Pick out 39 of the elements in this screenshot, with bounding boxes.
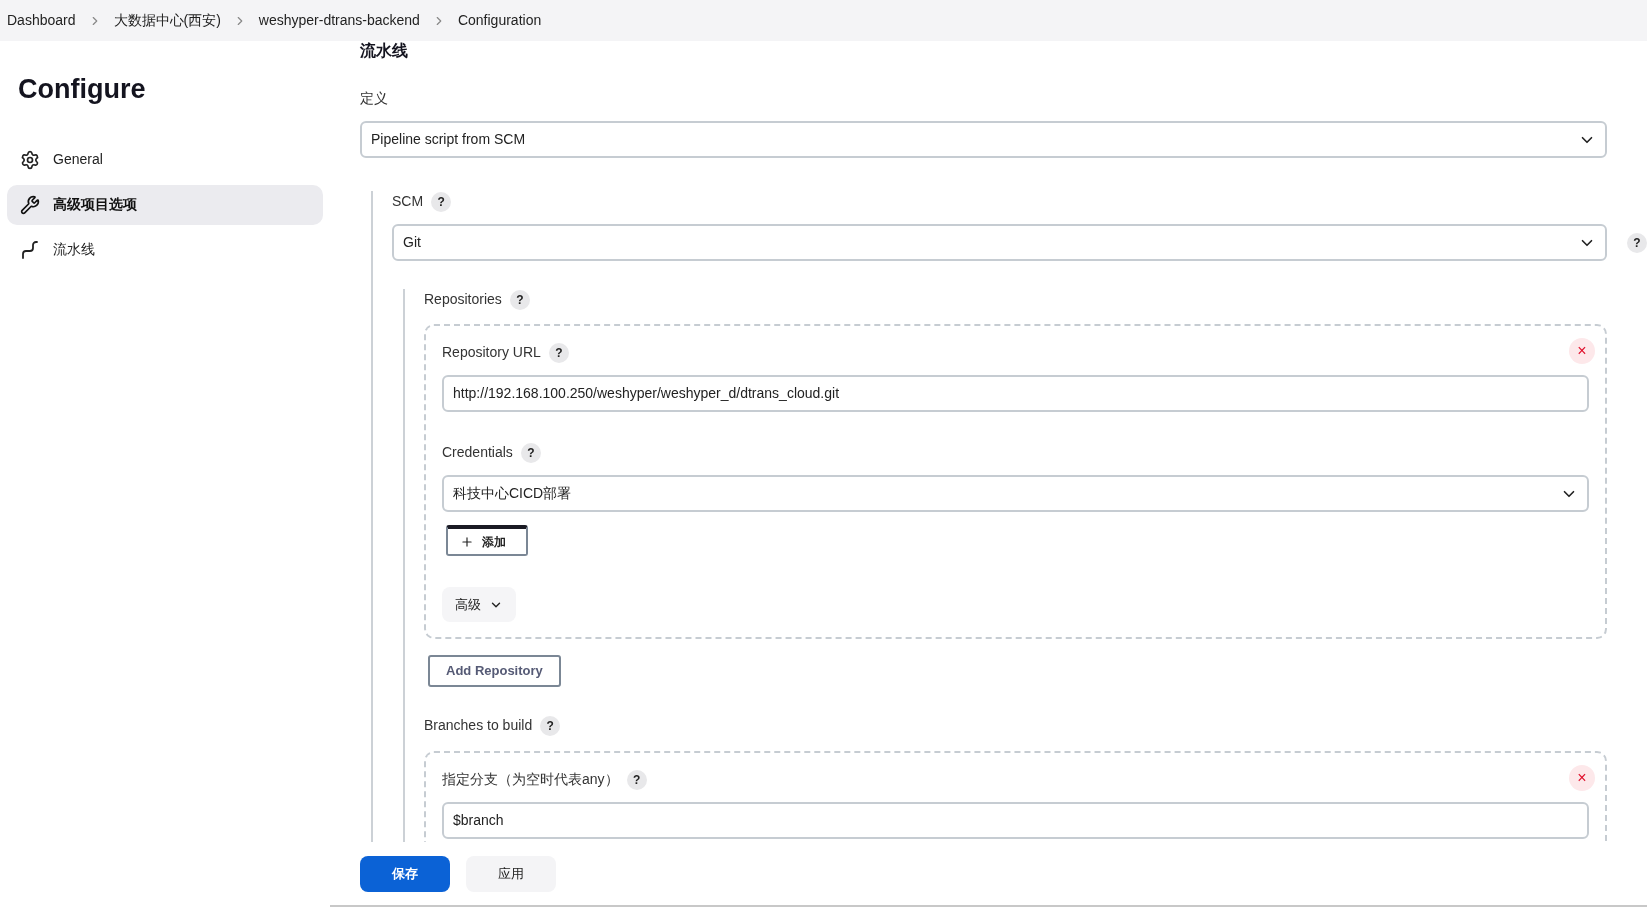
credentials-select[interactable]: 科技中心CICD部署: [442, 475, 1589, 512]
help-icon[interactable]: ?: [1627, 232, 1647, 253]
breadcrumb-link[interactable]: Dashboard: [7, 10, 76, 31]
help-icon[interactable]: ?: [626, 769, 647, 790]
close-icon[interactable]: ×: [1569, 765, 1595, 791]
field-label: Credentials: [442, 443, 513, 462]
field-label: Branches to build: [424, 716, 533, 735]
field-label: SCM: [392, 192, 424, 211]
add-button[interactable]: 添加: [446, 525, 528, 556]
breadcrumb-link[interactable]: weshyper-dtrans-backend: [258, 10, 420, 31]
section-title: 流水线: [360, 41, 409, 61]
scm-select[interactable]: Git: [392, 224, 1607, 261]
sidebar-item[interactable]: 高级项目选项: [7, 184, 323, 225]
field-label: 定义: [360, 89, 388, 108]
sidebar-item[interactable]: General: [7, 139, 323, 180]
wrench-icon: [20, 194, 40, 215]
settings-icon: [20, 149, 40, 170]
breadcrumb-link[interactable]: Configuration: [457, 10, 542, 31]
add-repository-button[interactable]: Add Repository: [428, 655, 561, 687]
help-icon[interactable]: ?: [509, 289, 530, 310]
sidebar-item[interactable]: 流水线: [7, 229, 323, 270]
definition-select[interactable]: Pipeline script from SCM: [360, 121, 1607, 158]
help-icon[interactable]: ?: [520, 442, 541, 463]
field-label: 指定分支（为空时代表any）: [442, 770, 619, 789]
field-label: Repository URL: [442, 343, 541, 362]
help-icon[interactable]: ?: [540, 715, 561, 736]
field-label: Repositories: [424, 290, 502, 309]
breadcrumb-link[interactable]: 大数据中心(西安): [113, 10, 221, 31]
repository-url-field[interactable]: http://192.168.100.250/weshyper/weshyper_d/dtrans_cloud.git: [442, 375, 1589, 412]
save-button[interactable]: 保存: [360, 855, 450, 892]
close-icon[interactable]: ×: [1569, 338, 1595, 364]
pipeline-icon: [20, 239, 40, 260]
page-title: Configure: [18, 73, 147, 106]
advanced-button[interactable]: 高级: [442, 587, 516, 622]
help-icon[interactable]: ?: [548, 342, 569, 363]
plus-icon: [460, 534, 474, 549]
help-icon[interactable]: ?: [431, 191, 452, 212]
apply-button[interactable]: 应用: [466, 855, 556, 892]
branch-field[interactable]: $branch: [442, 802, 1589, 839]
